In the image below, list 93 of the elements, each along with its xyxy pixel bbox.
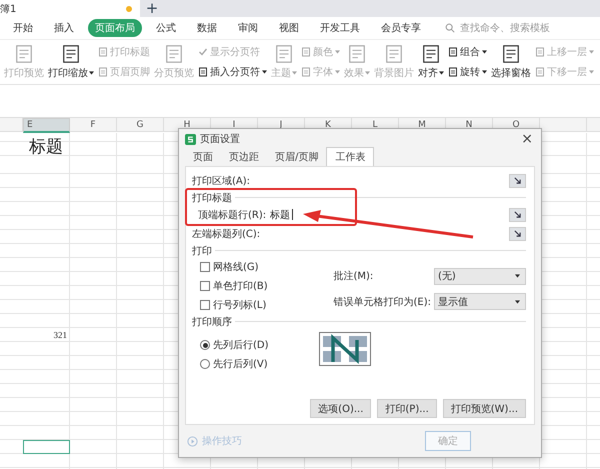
dialog-button[interactable]: 选项(O)...	[310, 399, 372, 418]
checkbox[interactable]	[200, 281, 210, 291]
range-select-button[interactable]	[509, 174, 526, 188]
page-icon	[384, 44, 404, 64]
page-icon	[448, 67, 458, 77]
dropdown[interactable]: (无)	[434, 268, 526, 285]
cell-errors-label: 错误单元格打印为(E):	[334, 296, 431, 309]
document-tab[interactable]: 簿1	[0, 0, 140, 17]
page-icon	[448, 47, 458, 57]
caret-icon	[515, 274, 520, 278]
menu-tab[interactable]: 开发工具	[313, 19, 367, 37]
caret-icon	[292, 71, 297, 75]
caret-icon	[439, 71, 444, 75]
search-field[interactable]: 查找命令、搜索模板	[445, 22, 572, 34]
page-icon	[164, 44, 184, 64]
caret-icon	[335, 50, 340, 54]
caret-icon	[515, 300, 520, 304]
checkbox-label: 网格线(G)	[213, 260, 259, 274]
page-icon	[98, 67, 108, 77]
radio-label: 先行后列(V)	[213, 358, 268, 371]
radio-label: 先列后行(D)	[213, 338, 269, 352]
column-header[interactable]: G	[117, 118, 164, 132]
radio-button[interactable]	[200, 359, 210, 369]
dialog-tab[interactable]: 页面	[185, 148, 221, 166]
column-header[interactable]: F	[70, 118, 117, 132]
cell-title: 标题	[28, 136, 63, 158]
arrow-icon	[513, 177, 522, 184]
range-select-button[interactable]	[509, 208, 526, 222]
caret-icon	[482, 70, 487, 74]
page-icon	[421, 44, 441, 64]
dialog-tab[interactable]: 页边距	[221, 148, 267, 166]
dialog-tab[interactable]: 工作表	[326, 147, 374, 166]
page-order-drawing	[318, 332, 371, 366]
cell-value: 321	[54, 330, 68, 340]
ribbon-button[interactable]: 组合	[448, 45, 487, 59]
ribbon-button[interactable]: 打印缩放	[48, 44, 94, 80]
caret-icon	[589, 50, 594, 54]
page-icon	[535, 47, 545, 57]
caret-icon	[262, 70, 267, 74]
menu-tab[interactable]: 插入	[47, 19, 81, 37]
menu-tab[interactable]: 视图	[272, 19, 306, 37]
left-columns-label: 左端标题列(C):	[192, 228, 260, 240]
ribbon-button[interactable]: 插入分页符	[198, 65, 267, 79]
dropdown[interactable]: 显示值	[434, 293, 526, 310]
range-select-button[interactable]	[509, 226, 526, 240]
page-icon	[535, 67, 545, 77]
caret-icon	[589, 70, 594, 74]
menu-tab[interactable]: 开始	[6, 19, 40, 37]
comments-label: 批注(M):	[334, 270, 374, 284]
top-rows-label: 顶端标题行(R):	[198, 208, 266, 222]
arrow-icon	[513, 230, 522, 237]
search-icon	[445, 23, 455, 33]
input-field[interactable]: 标题	[270, 209, 294, 220]
ribbon-button[interactable]: 对齐	[418, 44, 444, 80]
caret-icon	[335, 70, 340, 74]
page-icon	[301, 67, 311, 77]
page-icon	[274, 44, 294, 64]
dialog-title: 页面设置	[200, 132, 240, 146]
new-tab-button[interactable]: +	[140, 0, 164, 17]
radio-button[interactable]	[200, 340, 210, 350]
dialog-tab[interactable]: 页眉/页脚	[267, 148, 326, 166]
column-header[interactable]: E	[23, 118, 70, 133]
menu-tab[interactable]: 数据	[190, 19, 224, 37]
checkbox[interactable]	[200, 262, 210, 272]
caret-icon	[365, 71, 370, 75]
section-heading: 打印标题	[192, 192, 232, 204]
close-button[interactable]: ×	[521, 131, 533, 147]
dialog-button[interactable]: 打印(P)...	[377, 399, 437, 418]
menu-tab[interactable]: 公式	[149, 19, 183, 37]
selected-cell[interactable]	[23, 440, 70, 454]
page-icon	[14, 44, 34, 64]
ribbon-button[interactable]: 旋转	[448, 65, 487, 79]
page-icon	[98, 47, 108, 57]
page-icon	[301, 47, 311, 57]
play-icon	[187, 436, 198, 446]
app-logo-icon	[185, 134, 196, 144]
dialog-button[interactable]: 打印预览(W)...	[442, 399, 526, 418]
page-icon	[198, 67, 208, 77]
page-icon	[61, 44, 81, 64]
caret-icon	[482, 50, 487, 54]
print-area-label: 打印区域(A):	[192, 174, 250, 188]
menu-tab[interactable]: 会员专享	[374, 19, 428, 37]
section-heading: 打印	[192, 244, 212, 258]
arrow-icon	[513, 211, 522, 218]
page-icon	[501, 44, 521, 64]
checkbox-label: 单色打印(B)	[213, 280, 268, 293]
ribbon-button[interactable]: 选择窗格	[491, 44, 531, 80]
section-heading: 打印顺序	[192, 316, 232, 328]
caret-icon	[89, 71, 94, 75]
checkbox[interactable]	[200, 300, 210, 310]
checkbox-label: 行号列标(L)	[213, 298, 266, 312]
menu-tab[interactable]: 审阅	[231, 19, 265, 37]
page-icon	[347, 44, 367, 64]
